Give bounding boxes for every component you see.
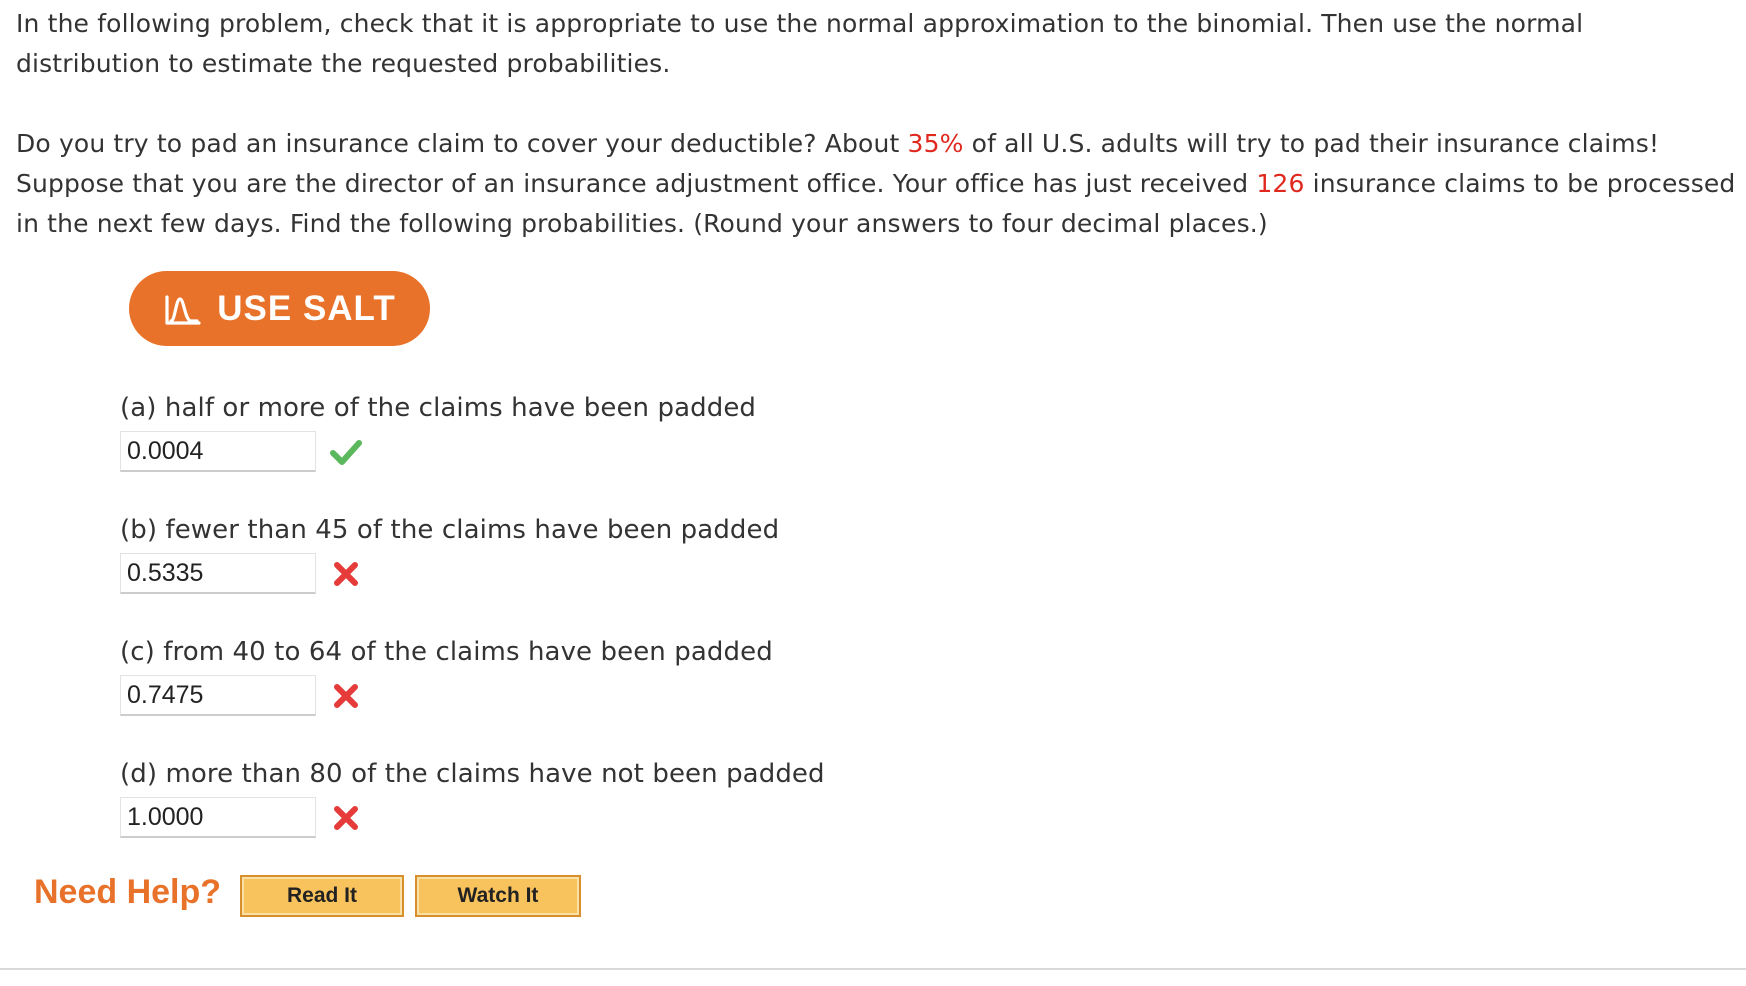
problem-statement: Do you try to pad an insurance claim to … — [16, 124, 1736, 244]
question-b-label: (b) fewer than 45 of the claims have bee… — [120, 515, 780, 545]
claims-count-value: 126 — [1256, 169, 1305, 198]
answer-d-input[interactable] — [120, 797, 316, 838]
percent-value: 35% — [907, 129, 964, 158]
question-d: (d) more than 80 of the claims have not … — [120, 756, 825, 838]
answer-a-input[interactable] — [120, 431, 316, 472]
bottom-divider — [0, 968, 1746, 970]
problem-intro: In the following problem, check that it … — [16, 9, 1584, 78]
salt-bell-curve-icon — [165, 294, 201, 325]
read-it-button[interactable]: Read It — [240, 875, 404, 917]
incorrect-x-icon — [334, 561, 358, 586]
correct-check-icon — [330, 439, 362, 465]
use-salt-label: USE SALT — [217, 288, 396, 328]
answer-c-input[interactable] — [120, 675, 316, 716]
incorrect-x-icon — [334, 683, 358, 708]
watch-it-button[interactable]: Watch It — [415, 875, 581, 917]
incorrect-x-icon — [334, 805, 358, 830]
question-d-label: (d) more than 80 of the claims have not … — [120, 759, 825, 789]
question-a: (a) half or more of the claims have been… — [120, 390, 756, 472]
question-a-label: (a) half or more of the claims have been… — [120, 393, 757, 423]
question-c: (c) from 40 to 64 of the claims have bee… — [120, 634, 773, 716]
question-b: (b) fewer than 45 of the claims have bee… — [120, 512, 779, 594]
use-salt-button[interactable]: USE SALT — [129, 271, 430, 346]
need-help-heading: Need Help? — [34, 873, 222, 911]
answer-b-input[interactable] — [120, 553, 316, 594]
problem-text-part1: Do you try to pad an insurance claim to … — [16, 129, 908, 158]
question-c-label: (c) from 40 to 64 of the claims have bee… — [120, 637, 773, 667]
